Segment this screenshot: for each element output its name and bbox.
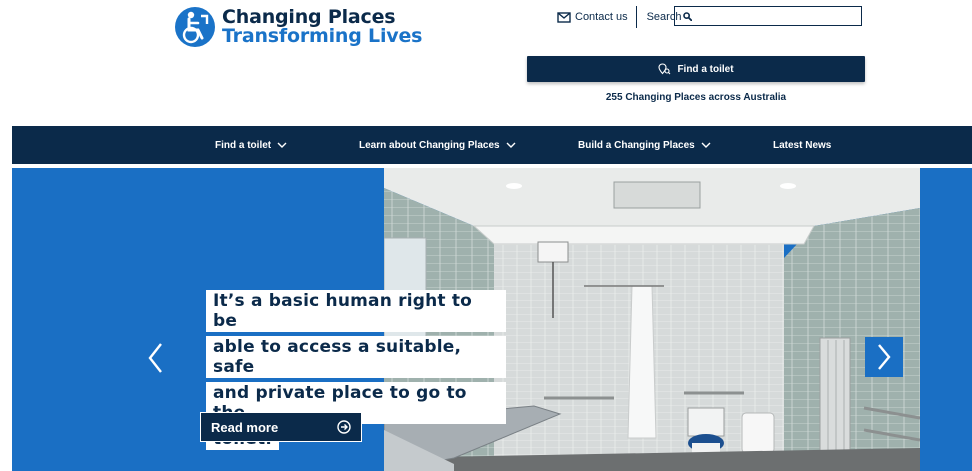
nav-item-label: Find a toilet <box>215 139 272 151</box>
contact-us-link[interactable]: Contact us <box>557 6 637 28</box>
chevron-down-icon <box>277 142 287 148</box>
site-logo[interactable]: Changing Places Transforming Lives <box>174 6 422 48</box>
chevron-right-icon <box>878 344 891 370</box>
chevron-down-icon <box>701 142 711 148</box>
nav-item-find-a-toilet[interactable]: Find a toilet <box>215 126 287 164</box>
chevron-down-icon <box>506 142 516 148</box>
search-box[interactable] <box>674 6 862 26</box>
changing-places-count: 255 Changing Places across Australia <box>605 92 787 103</box>
main-navigation: Find a toilet Learn about Changing Place… <box>12 126 972 164</box>
contact-us-label: Contact us <box>575 11 628 23</box>
site-header: Changing Places Transforming Lives Conta… <box>0 0 972 125</box>
nav-item-label: Latest News <box>773 139 832 151</box>
search-icon <box>683 11 692 21</box>
carousel-prev-button[interactable] <box>145 340 165 376</box>
nav-item-build[interactable]: Build a Changing Places <box>578 126 711 164</box>
search-input[interactable] <box>698 9 861 23</box>
nav-item-label: Build a Changing Places <box>578 139 695 151</box>
hero-carousel: It’s a basic human right to be able to a… <box>12 168 972 471</box>
find-a-toilet-button[interactable]: Find a toilet <box>527 56 865 82</box>
nav-item-learn-about[interactable]: Learn about Changing Places <box>359 126 516 164</box>
nav-item-label: Learn about Changing Places <box>359 139 500 151</box>
hero-headline-line: It’s a basic human right to be <box>206 290 506 332</box>
hero-headline-line: able to access a suitable, safe <box>206 336 506 378</box>
utility-bar: Contact us Search <box>557 6 689 28</box>
location-search-icon <box>658 63 671 75</box>
read-more-button[interactable]: Read more <box>200 412 362 442</box>
carousel-next-button[interactable] <box>865 337 903 377</box>
logo-line-2: Transforming Lives <box>222 25 423 47</box>
envelope-icon <box>557 11 571 23</box>
chevron-left-icon <box>148 343 162 373</box>
read-more-label: Read more <box>211 419 279 435</box>
find-a-toilet-label: Find a toilet <box>677 63 734 75</box>
nav-item-latest-news[interactable]: Latest News <box>773 126 831 164</box>
arrow-circle-right-icon <box>337 420 351 434</box>
wheelchair-logo-icon <box>175 7 215 47</box>
